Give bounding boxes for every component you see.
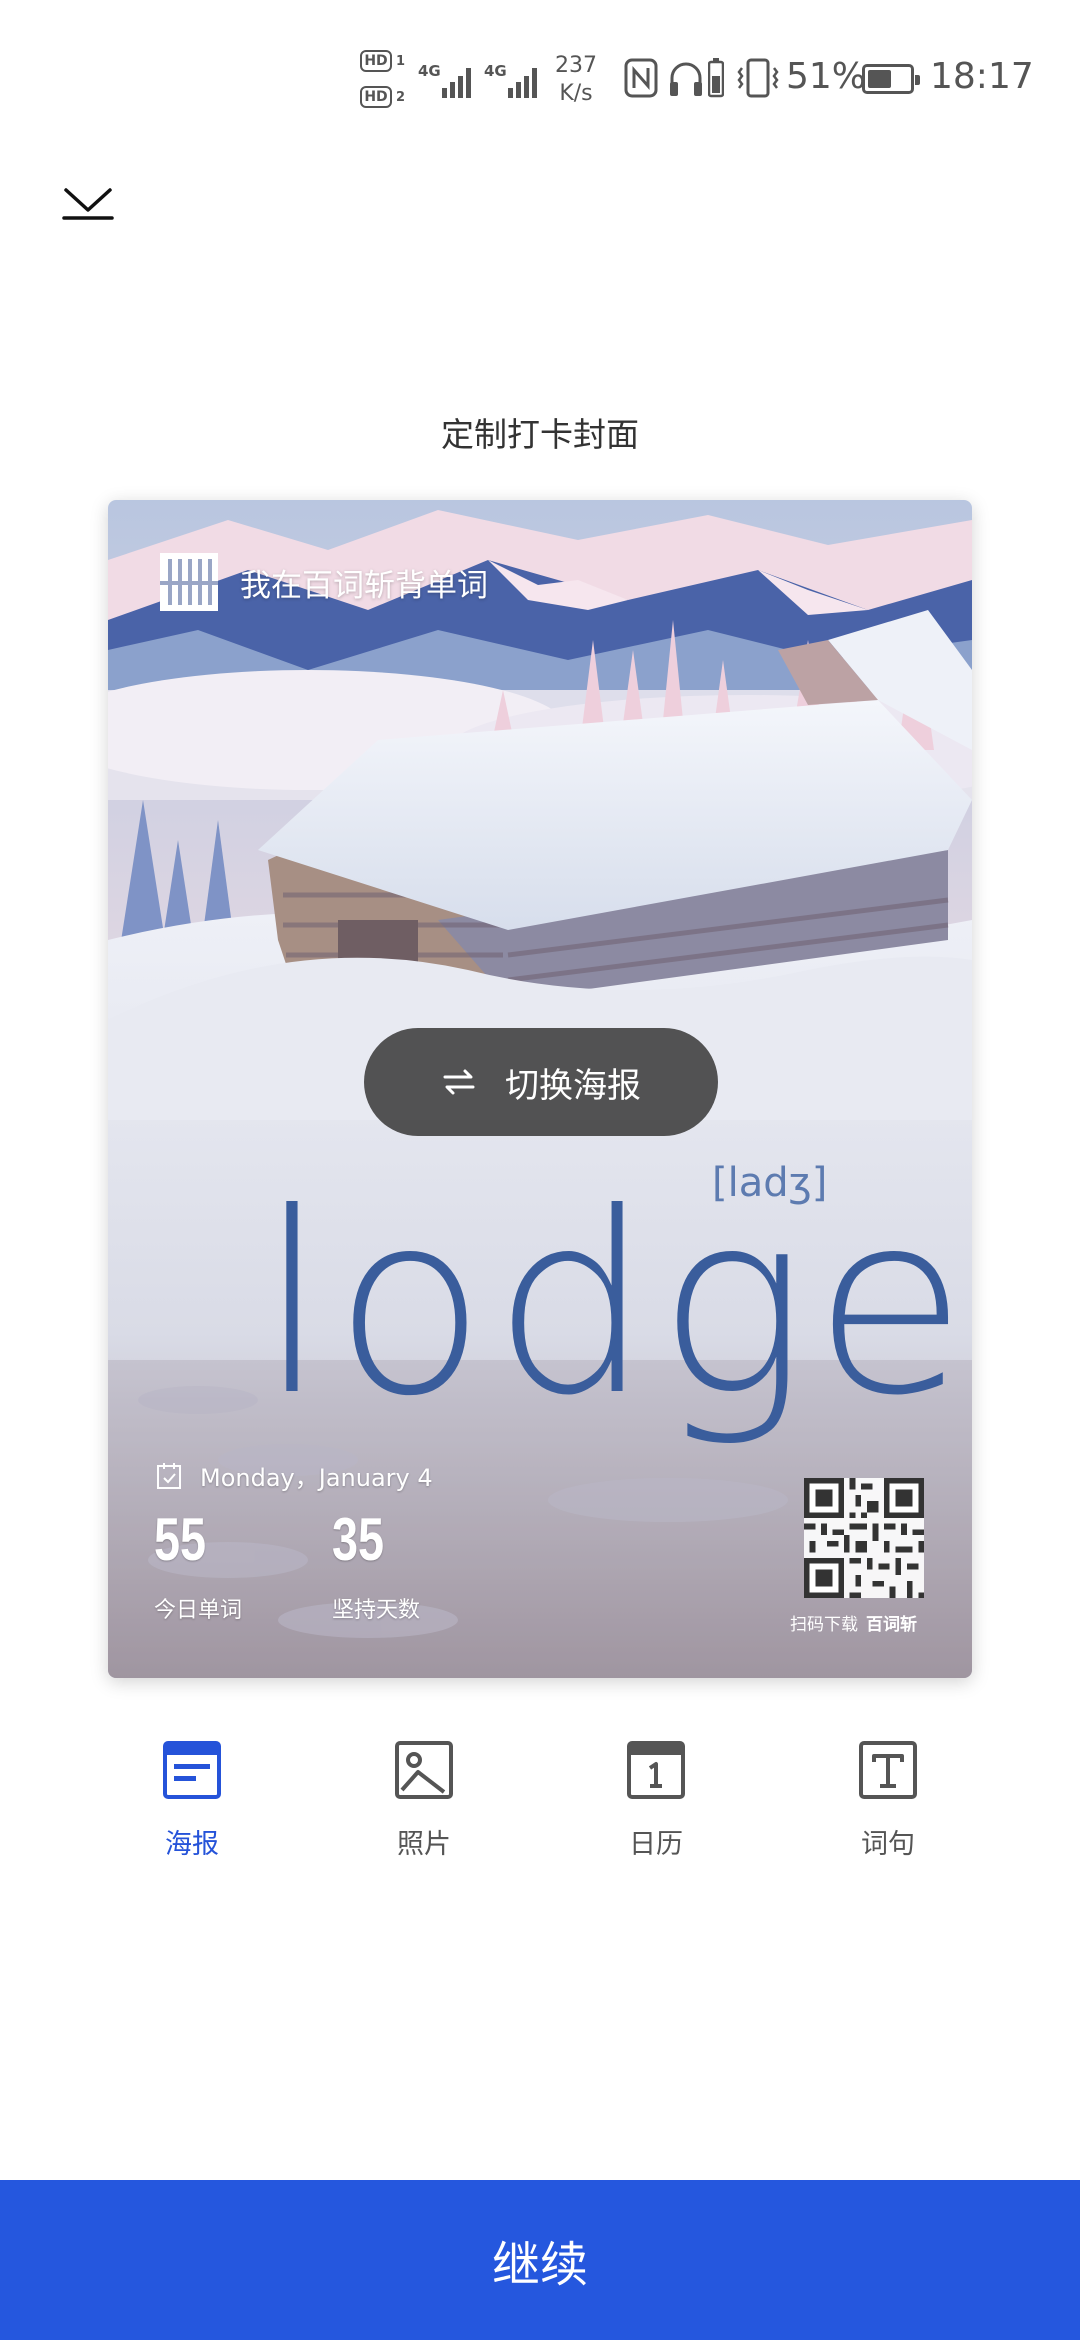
signal-icon: 4G [484,58,542,98]
text-icon [859,1741,917,1799]
hd1-sub: 1 [396,54,406,69]
status-bar: HD 1 HD 2 4G 4G 237 K/s 51% 18:17 [0,0,1080,160]
tab-label: 词句 [861,1829,915,1860]
tab-calendar[interactable]: 日历 [576,1740,736,1861]
tab-text[interactable]: 词句 [808,1740,968,1861]
qr-caption: 扫码下载 百词斩 [790,1610,917,1635]
page-title: 定制打卡封面 [441,415,639,454]
tab-label: 照片 [397,1829,451,1860]
battery-icon [862,64,920,94]
speed-unit: K/s [559,81,593,106]
brand: 我在百词斩背单词 [160,552,488,612]
tab-label: 海报 [165,1829,219,1860]
continue-button[interactable]: 继续 [0,2180,1080,2340]
battery-percent: 51% [786,56,867,97]
tab-label: 日历 [629,1829,683,1860]
word: lodge [258,1159,972,1450]
switch-poster-button[interactable]: 切换海报 [364,1028,718,1136]
poster-preview[interactable]: 我在百词斩背单词 [ladʒ] lodge 切换海报 Monday，Januar… [108,500,972,1678]
hd2-sub: 2 [396,90,406,105]
poster-icon [163,1741,221,1799]
chevron-down-icon[interactable] [60,180,116,228]
calendar-check-icon [157,1462,181,1489]
vibrate-icon [737,58,779,98]
stat-streak-days: 35 坚持天数 [332,1510,420,1624]
swap-icon [443,1069,475,1095]
hd2-badge: HD [360,86,392,108]
brand-text: 我在百词斩背单词 [240,567,488,604]
calendar-icon [627,1741,685,1799]
switch-poster-label: 切换海报 [505,1065,641,1106]
hd1-badge: HD [360,50,392,72]
network-type-1: 4G [418,62,441,80]
qr-caption-text: 扫码下载 [790,1615,858,1635]
headphones-icon [670,62,702,96]
stat-today-words: 55 今日单词 [154,1510,242,1624]
baicizhan-logo-icon [160,553,218,611]
qr-code [804,1478,924,1598]
clock: 18:17 [930,56,1034,97]
nfc-icon [624,58,658,98]
tab-photo[interactable]: 照片 [344,1740,504,1861]
stat-label: 坚持天数 [332,1598,421,1623]
date-row: Monday，January 4 [156,1458,433,1493]
speed-value: 237 [555,53,597,78]
style-tabs: 海报 照片 日历 词句 [0,1740,1080,1880]
poster-date: Monday，January 4 [200,1464,433,1492]
stat-value: 35 [332,1506,385,1573]
stat-value: 55 [154,1506,207,1573]
battery-small-icon [708,58,724,98]
signal-icon: 4G [418,58,476,98]
photo-icon [395,1741,453,1799]
network-speed: 237 K/s [555,52,597,108]
stat-label: 今日单词 [154,1598,243,1623]
hd-voice-indicator: HD 1 HD 2 [360,50,410,114]
tab-poster[interactable]: 海报 [112,1740,272,1861]
network-type-2: 4G [484,62,507,80]
qr-brand: 百词斩 [866,1615,917,1635]
